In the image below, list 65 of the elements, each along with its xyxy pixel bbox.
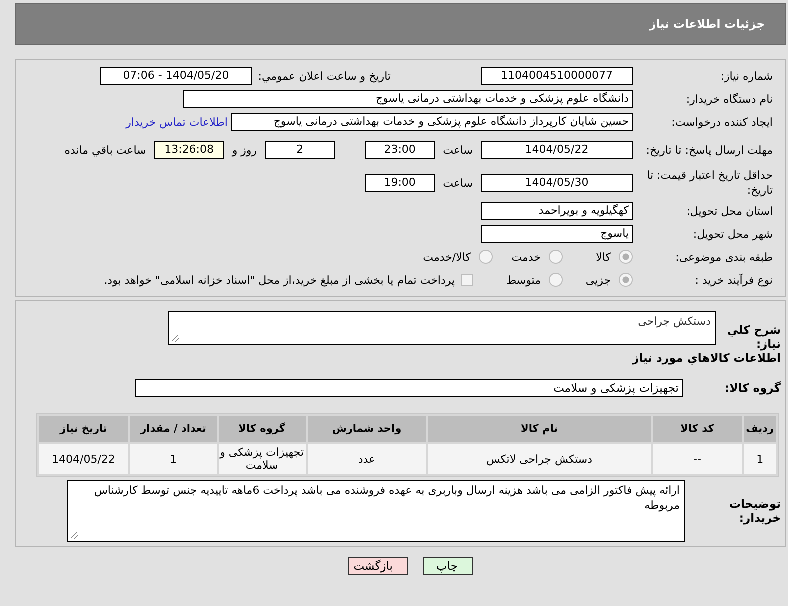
table-cell: 1404/05/22 [39, 444, 128, 474]
remaining-label: ساعت باقي مانده [64, 144, 146, 156]
field-label: توضیحات خریدار: [728, 497, 781, 526]
announce-date-field: 1404/05/20 - 07:06 [100, 67, 252, 85]
field-label: شرح کلي نیاز: [726, 323, 781, 351]
field-label: نام دستگاه خریدار: [685, 92, 774, 106]
field-label: استان محل تحویل: [686, 204, 774, 218]
table-cell: 1 [744, 444, 776, 474]
checkbox[interactable] [461, 274, 473, 286]
table-cell: عدد [308, 444, 426, 474]
radio-button[interactable] [549, 273, 563, 287]
column-header: تاریخ نیاز [39, 416, 128, 442]
field-label: شماره نیاز: [720, 68, 774, 84]
column-header: واحد شمارش [308, 416, 426, 442]
section-heading: اطلاعات کالاهاي مورد نیاز [631, 351, 781, 366]
back-button[interactable]: بازگشت [348, 557, 408, 575]
resize-grip-icon [172, 335, 179, 342]
table-cell: 1 [130, 444, 217, 474]
requester-field: حسین شایان کارپرداز دانشگاه علوم پزشکی و خدمات بهداشتی درمانی یاسوج [231, 113, 633, 131]
contact-link[interactable]: اطلاعات تماس خریدار [126, 116, 228, 128]
print-button[interactable]: چاپ [423, 557, 473, 575]
radio-label: کالا/خدمت [423, 250, 471, 264]
need-number-field: 1104004510000077 [481, 67, 633, 85]
buyer-notes-field: ارائه پیش فاکتور الزامی می باشد هزینه ارسال وباربری به عهده فروشنده می باشد پرداخت 6ماهه تاییدیه جنس توسط کارشناس مربوطه [67, 480, 685, 542]
field-label: حداقل تاریخ اعتبار قیمت: تا تاریخ: [646, 168, 774, 198]
table-cell: تجهیزات پزشکی و سلامت [218, 444, 306, 474]
radio-label: متوسط [506, 274, 541, 286]
description-field: دستکش جراحی [168, 311, 716, 345]
column-header: تعداد / مقدار [130, 416, 217, 442]
deadline-date-field: 1404/05/22 [481, 141, 633, 159]
field-label: تاریخ و ساعت اعلان عمومي: [258, 70, 391, 82]
field-label: گروه کالا: [724, 381, 781, 396]
days-label: روز و [232, 144, 258, 156]
table-cell: -- [652, 444, 742, 474]
field-label: طبقه بندی موضوعی: [674, 250, 774, 264]
resize-grip-icon [71, 532, 78, 540]
field-label: ایجاد کننده درخواست: [670, 114, 774, 130]
days-field: 2 [265, 141, 336, 159]
radio-button[interactable] [619, 250, 633, 264]
radio-label: خدمت [512, 250, 541, 264]
radio-button[interactable] [619, 273, 633, 287]
radio-button[interactable] [479, 250, 493, 264]
checkbox-label: پرداخت تمام یا بخشی از مبلغ خرید،از محل "اسناد خزانه اسلامی" خواهد بود. [104, 274, 455, 286]
deadline-time-field: 23:00 [365, 141, 436, 159]
field-label: شهر محل تحویل: [692, 226, 774, 242]
time-label: ساعت [443, 176, 473, 190]
validity-date-field: 1404/05/30 [481, 174, 633, 192]
column-header: گروه کالا [218, 416, 306, 442]
column-header: نام کالا [428, 416, 651, 442]
goods-group-field: تجهیزات پزشکی و سلامت [135, 379, 683, 398]
column-header: کد کالا [652, 416, 742, 442]
field-label: مهلت ارسال پاسخ: تا تاریخ: [645, 142, 774, 158]
radio-button[interactable] [549, 250, 563, 264]
validity-time-field: 19:00 [365, 174, 436, 192]
buyer-org-field: دانشگاه علوم پزشکی و خدمات بهداشتی درمانی یاسوج [183, 90, 633, 108]
city-field: یاسوج [481, 225, 633, 243]
field-label: نوع فرآیند خرید : [694, 272, 774, 288]
radio-label: جزیی [586, 274, 611, 286]
column-header: ردیف [744, 416, 776, 442]
table-cell: دستکش جراحی لاتکس [428, 444, 651, 474]
remaining-time-field: 13:26:08 [154, 141, 224, 159]
radio-label: کالا [596, 250, 611, 264]
province-field: کهگیلویه و بویراحمد [481, 202, 633, 220]
page-title: جزئیات اطلاعات نیاز [649, 17, 765, 31]
time-label: ساعت [443, 144, 473, 156]
